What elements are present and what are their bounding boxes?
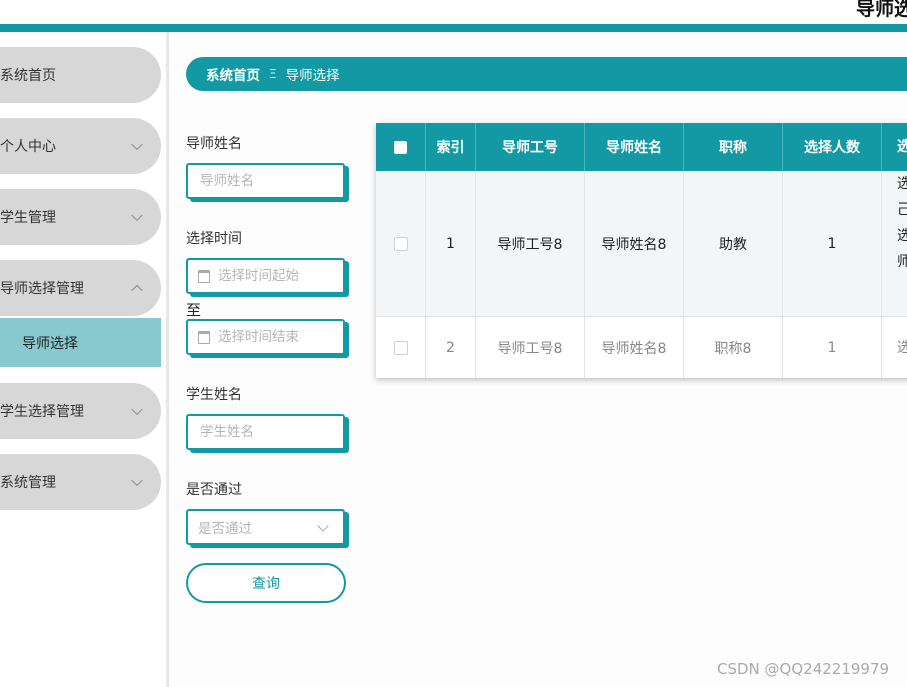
cell-index: 2 bbox=[426, 317, 476, 378]
select-time-start-input[interactable] bbox=[210, 268, 343, 284]
sidebar-item-label: 系统首页 bbox=[0, 68, 56, 84]
sidebar-item-label: 学生选择管理 bbox=[0, 404, 84, 420]
cell-teacher-name: 导师姓名8 bbox=[585, 317, 684, 378]
query-button[interactable]: 查询 bbox=[186, 563, 346, 603]
app-title: 导师选 bbox=[855, 0, 907, 20]
cell-note-line: 师 bbox=[897, 254, 907, 270]
sidebar-item-label: 导师选择管理 bbox=[0, 281, 84, 297]
column-header-index[interactable]: 索引 bbox=[426, 123, 476, 171]
sidebar-item-system-management[interactable]: 系统管理 bbox=[0, 454, 161, 510]
select-all-checkbox[interactable] bbox=[394, 140, 407, 154]
cell-note-line: 己 bbox=[897, 202, 907, 218]
chevron-down-icon bbox=[131, 209, 143, 222]
table-row[interactable]: 1 导师工号8 导师姓名8 助教 1 选 己 选 师 bbox=[376, 171, 907, 317]
sidebar-item-label: 个人中心 bbox=[0, 139, 56, 155]
date-range-separator: 至 bbox=[186, 301, 202, 319]
teacher-table: 索引 导师工号 导师姓名 职称 选择人数 选 1 导师工号8 导师姓名8 助教 … bbox=[376, 123, 907, 378]
breadcrumb-current: 导师选择 bbox=[285, 68, 340, 84]
sidebar-item-personal-center[interactable]: 个人中心 bbox=[0, 118, 161, 174]
chevron-down-icon bbox=[131, 138, 143, 151]
breadcrumb-home-link[interactable]: 系统首页 bbox=[206, 64, 260, 84]
cell-teacher-no: 导师工号8 bbox=[476, 317, 585, 378]
calendar-icon bbox=[198, 269, 210, 283]
sidebar-item-label: 学生管理 bbox=[0, 210, 56, 226]
chevron-down-icon bbox=[131, 403, 143, 416]
cell-title: 职称8 bbox=[684, 317, 783, 378]
column-header-note[interactable]: 选 bbox=[882, 123, 907, 171]
cell-count: 1 bbox=[783, 317, 882, 378]
breadcrumb-separator-icon: Ξ bbox=[269, 67, 277, 81]
cell-note: 选 bbox=[897, 339, 907, 356]
sidebar-item-label: 系统管理 bbox=[0, 475, 56, 491]
table-row[interactable]: 2 导师工号8 导师姓名8 职称8 1 选 bbox=[376, 317, 907, 378]
row-checkbox[interactable] bbox=[393, 236, 408, 251]
cell-teacher-name: 导师姓名8 bbox=[585, 171, 684, 316]
select-time-start-field bbox=[186, 258, 345, 294]
select-time-end-field bbox=[186, 319, 345, 355]
watermark: CSDN @QQ242219979 bbox=[717, 660, 890, 678]
cell-teacher-no: 导师工号8 bbox=[476, 171, 585, 316]
chevron-up-icon bbox=[131, 284, 143, 297]
row-select-cell bbox=[376, 171, 426, 316]
student-name-field bbox=[186, 414, 345, 450]
teacher-name-input[interactable] bbox=[188, 173, 343, 189]
sidebar-item-teacher-selection-management[interactable]: 导师选择管理 bbox=[0, 260, 161, 316]
cell-title: 助教 bbox=[684, 171, 783, 316]
sidebar-item-home[interactable]: 系统首页 bbox=[0, 47, 161, 103]
chevron-down-icon bbox=[131, 474, 143, 487]
cell-note-line: 选 bbox=[897, 228, 907, 244]
cell-index: 1 bbox=[426, 171, 476, 316]
row-checkbox[interactable] bbox=[393, 340, 408, 355]
top-accent-line bbox=[0, 24, 907, 32]
sidebar-subitem-teacher-selection[interactable]: 导师选择 bbox=[0, 318, 161, 367]
sidebar: 系统首页 个人中心 学生管理 导师选择管理 导师选择 学生选择管理 系统管理 bbox=[0, 32, 169, 687]
passed-label: 是否通过 bbox=[186, 482, 242, 498]
sidebar-item-student-selection-management[interactable]: 学生选择管理 bbox=[0, 383, 161, 439]
sidebar-item-student-management[interactable]: 学生管理 bbox=[0, 189, 161, 245]
select-all-cell bbox=[376, 123, 426, 171]
calendar-icon bbox=[198, 330, 210, 344]
cell-note-line: 选 bbox=[897, 176, 907, 192]
teacher-name-field bbox=[186, 163, 345, 199]
row-select-cell bbox=[376, 317, 426, 378]
column-header-count[interactable]: 选择人数 bbox=[783, 123, 882, 171]
passed-select[interactable]: 是否通过 bbox=[186, 509, 345, 545]
column-header-teacher-name[interactable]: 导师姓名 bbox=[585, 123, 684, 171]
cell-note: 选 己 选 师 bbox=[882, 171, 907, 316]
select-time-label: 选择时间 bbox=[186, 231, 242, 247]
select-time-end-input[interactable] bbox=[210, 329, 343, 345]
cell-count: 1 bbox=[783, 171, 882, 316]
breadcrumb: 系统首页 Ξ 导师选择 bbox=[186, 57, 907, 91]
table-header: 索引 导师工号 导师姓名 职称 选择人数 选 bbox=[376, 123, 907, 171]
sidebar-subitem-label: 导师选择 bbox=[22, 335, 78, 352]
top-bar: 导师选 bbox=[0, 0, 907, 24]
teacher-name-label: 导师姓名 bbox=[186, 136, 242, 152]
student-name-input[interactable] bbox=[188, 424, 343, 440]
column-header-title[interactable]: 职称 bbox=[684, 123, 783, 171]
column-header-teacher-no[interactable]: 导师工号 bbox=[476, 123, 585, 171]
student-name-label: 学生姓名 bbox=[186, 387, 242, 403]
